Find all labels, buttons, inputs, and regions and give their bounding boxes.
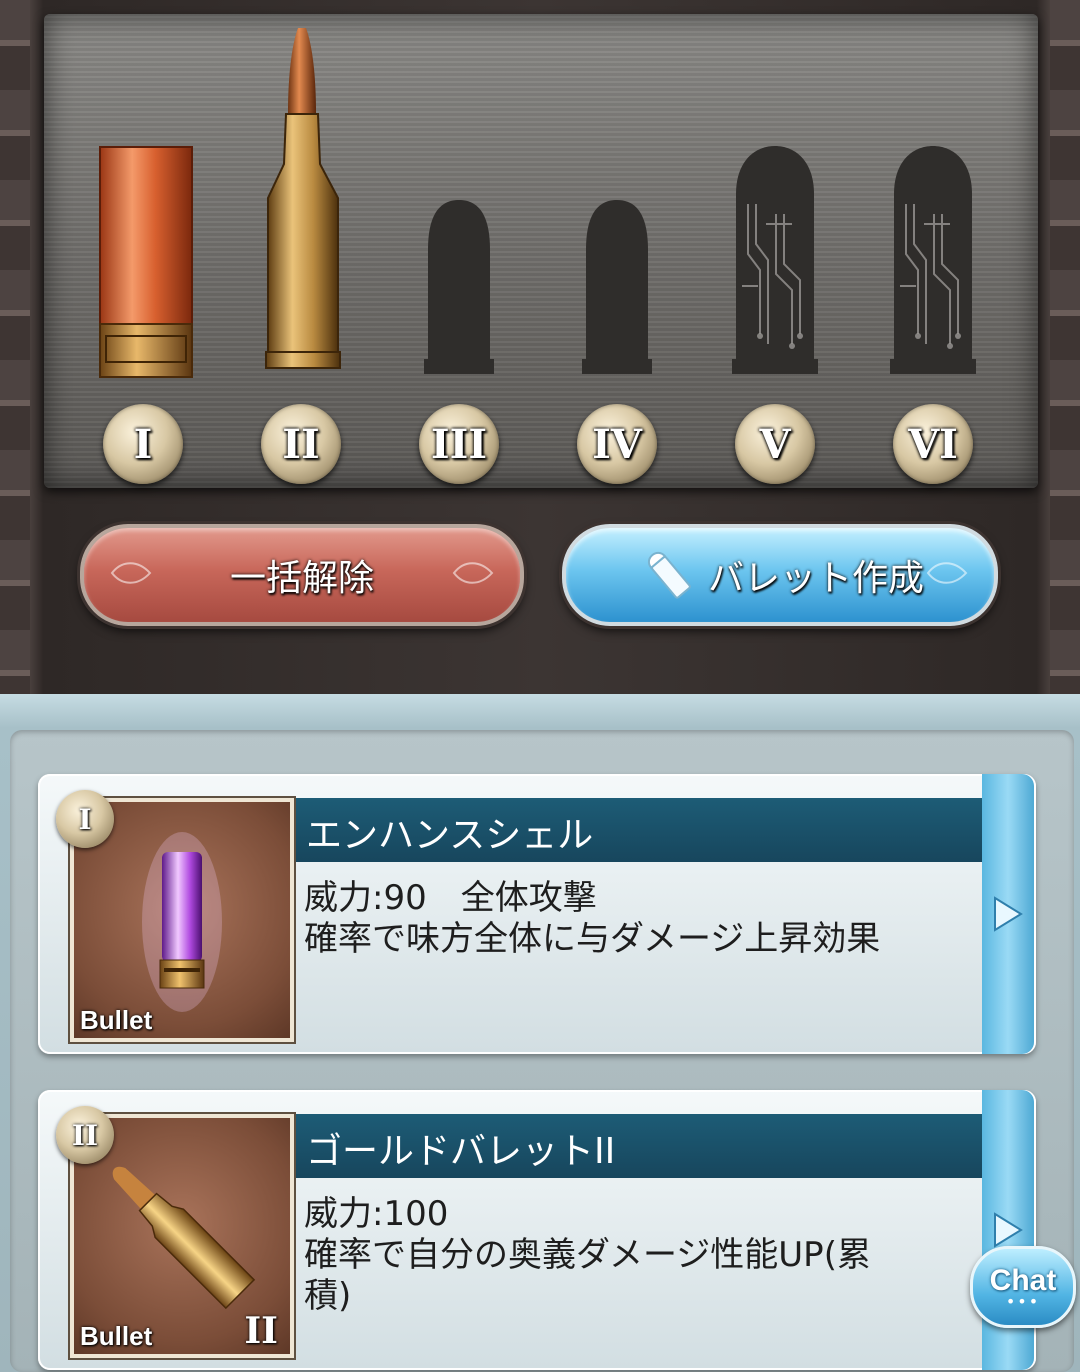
bullet-description: 威力:90 全体攻撃 確率で味方全体に与ダメージ上昇効果 [304, 878, 984, 960]
card-slot-badge: II [56, 1106, 114, 1164]
bullet-card-2[interactable]: II Bullet II ゴールドバレットII 威力:100 確率で自分の奥義ダ… [38, 1090, 1036, 1370]
release-all-label: 一括解除 [229, 558, 374, 599]
locked-slot-circuit-icon [732, 146, 818, 374]
chat-button[interactable]: Chat ••• [970, 1246, 1076, 1328]
card-detail-arrow[interactable] [982, 1090, 1034, 1370]
play-arrow-icon [994, 896, 1023, 932]
card-detail-arrow[interactable] [982, 774, 1034, 1054]
thumb-label: Bullet [80, 1321, 153, 1351]
thumb-label: Bullet [80, 1005, 153, 1035]
ornament-icon [926, 562, 968, 584]
bullet-effect-continued: 積) [304, 1276, 352, 1316]
release-all-button[interactable]: 一括解除 [80, 524, 524, 626]
card-title-bar: エンハンスシェル [296, 798, 986, 862]
bullet-card-1[interactable]: I Bullet エンハンスシェル 威力:90 全体攻撃 確率で味方全体に与ダメ… [38, 774, 1036, 1054]
create-bullet-button[interactable]: バレット作成 [562, 524, 998, 626]
slot-numeral: IV [577, 404, 657, 484]
slot-numeral: II [261, 404, 341, 484]
bullet-effect: 確率で味方全体に与ダメージ上昇効果 [304, 919, 881, 959]
bullet-stats: 威力:90 全体攻撃 [304, 878, 597, 918]
orange-shell-icon [99, 146, 193, 378]
chat-dots-icon: ••• [1005, 1292, 1041, 1311]
card-slot-badge: I [56, 790, 114, 848]
locked-slot-circuit-icon [890, 146, 976, 374]
bullet-description: 威力:100 確率で自分の奥義ダメージ性能UP(累 積) [304, 1194, 984, 1317]
card-title-bar: ゴールドバレットII [296, 1114, 986, 1178]
frame-post-left [0, 0, 30, 700]
bullet-slot-2[interactable]: II [222, 14, 380, 488]
ornament-icon [452, 562, 494, 584]
bullet-icon [647, 551, 691, 599]
bullet-slot-3[interactable]: III [380, 14, 538, 488]
play-arrow-icon [994, 1212, 1023, 1248]
bullet-slot-6[interactable]: VI [854, 14, 1012, 488]
slot-numeral: VI [893, 404, 973, 484]
bullet-slot-4[interactable]: IV [538, 14, 696, 488]
bullet-name: ゴールドバレットII [306, 1131, 616, 1172]
slot-numeral: III [419, 404, 499, 484]
ornament-icon [110, 562, 152, 584]
bullet-slot-1[interactable]: I [64, 14, 222, 488]
slot-numeral: V [735, 404, 815, 484]
bullet-rack: I II III IV V VI [44, 14, 1038, 488]
empty-slot-silhouette-icon [582, 200, 652, 374]
bullet-name: エンハンスシェル [306, 815, 594, 856]
frame-post-right [1050, 0, 1080, 700]
bullet-slot-5[interactable]: V [696, 14, 854, 488]
rifle-bullet-icon [265, 28, 341, 369]
bullet-stats: 威力:100 [304, 1194, 449, 1234]
bullet-rack-frame: I II III IV V VI 一括解除 バレット作成 [0, 0, 1080, 700]
empty-slot-silhouette-icon [424, 200, 494, 374]
create-bullet-label: バレット作成 [707, 558, 924, 599]
slot-numeral: I [103, 404, 183, 484]
thumb-numeral: II [244, 1310, 278, 1352]
bullet-effect: 確率で自分の奥義ダメージ性能UP(累 [304, 1235, 871, 1275]
